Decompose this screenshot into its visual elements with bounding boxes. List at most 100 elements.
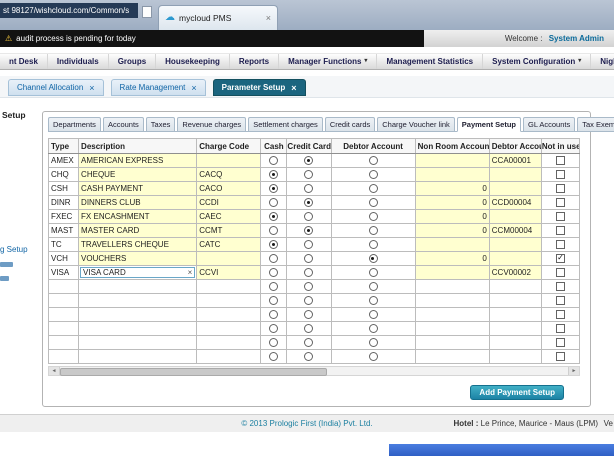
cash-radio[interactable]: [269, 198, 279, 208]
debtor-account-cell[interactable]: [488, 307, 542, 322]
menu-item-nt-desk[interactable]: nt Desk: [0, 54, 48, 69]
type-cell[interactable]: CHQ: [47, 167, 80, 182]
cash-radio[interactable]: [269, 268, 279, 278]
description-cell[interactable]: VISA CARD ×: [78, 265, 198, 280]
type-cell[interactable]: VCH: [47, 251, 80, 266]
not-in-use-checkbox[interactable]: [555, 268, 565, 278]
menu-item-groups[interactable]: Groups: [109, 54, 157, 69]
description-cell[interactable]: [78, 279, 198, 294]
debtor-account-radio[interactable]: [368, 240, 378, 250]
charge-code-cell[interactable]: [196, 321, 262, 336]
credit-card-radio[interactable]: [304, 156, 314, 166]
not-in-use-checkbox[interactable]: [555, 296, 565, 306]
credit-card-radio[interactable]: [304, 310, 314, 320]
not-in-use-checkbox[interactable]: [555, 310, 565, 320]
close-tab-icon[interactable]: ×: [191, 83, 196, 93]
debtor-account-radio[interactable]: [368, 268, 378, 278]
type-cell[interactable]: [47, 321, 80, 336]
close-tab-icon[interactable]: ×: [89, 83, 94, 93]
type-cell[interactable]: MAST: [47, 223, 80, 238]
credit-card-radio[interactable]: [304, 338, 314, 348]
debtor-account-radio[interactable]: [368, 254, 378, 264]
debtor-account-radio[interactable]: [368, 198, 378, 208]
credit-card-radio[interactable]: [304, 212, 314, 222]
non-room-account-cell[interactable]: [414, 265, 490, 280]
charge-code-cell[interactable]: CCDI: [196, 195, 262, 210]
type-cell[interactable]: [47, 349, 80, 364]
workspace-tab-channel-allocation[interactable]: Channel Allocation ×: [8, 79, 104, 96]
menu-item-system-configuration[interactable]: System Configuration ▾: [483, 54, 592, 69]
charge-code-cell[interactable]: CACQ: [196, 167, 262, 182]
debtor-account-radio[interactable]: [368, 324, 378, 334]
cash-radio[interactable]: [269, 184, 279, 194]
non-room-account-cell[interactable]: [414, 293, 490, 308]
debtor-account-cell[interactable]: [488, 209, 542, 224]
not-in-use-checkbox[interactable]: [555, 338, 565, 348]
non-room-account-cell[interactable]: [414, 307, 490, 322]
type-cell[interactable]: TC: [47, 237, 80, 252]
not-in-use-checkbox[interactable]: [555, 170, 565, 180]
debtor-account-radio[interactable]: [368, 296, 378, 306]
panel-tab-tax-exempt[interactable]: Tax Exempt: [577, 117, 614, 132]
charge-code-cell[interactable]: CAEC: [196, 209, 262, 224]
type-cell[interactable]: [47, 279, 80, 294]
cash-radio[interactable]: [269, 282, 279, 292]
scroll-right-icon[interactable]: ►: [568, 367, 579, 375]
debtor-account-radio[interactable]: [368, 282, 378, 292]
horizontal-scrollbar[interactable]: ◄ ►: [48, 366, 580, 376]
type-cell[interactable]: [47, 293, 80, 308]
cash-radio[interactable]: [269, 338, 279, 348]
debtor-account-radio[interactable]: [368, 226, 378, 236]
type-cell[interactable]: CSH: [47, 181, 80, 196]
cash-radio[interactable]: [269, 254, 279, 264]
description-cell[interactable]: MASTER CARD: [78, 223, 198, 238]
debtor-account-cell[interactable]: [488, 293, 542, 308]
sidebar-link-cutoff[interactable]: [0, 262, 13, 267]
scrollbar-thumb[interactable]: [60, 368, 327, 376]
debtor-account-cell[interactable]: CCD00004: [488, 195, 542, 210]
debtor-account-cell[interactable]: [488, 251, 542, 266]
description-cell[interactable]: CASH PAYMENT: [78, 181, 198, 196]
debtor-account-cell[interactable]: [488, 321, 542, 336]
type-cell[interactable]: [47, 307, 80, 322]
browser-tab[interactable]: ☁ mycloud PMS ×: [158, 5, 278, 30]
type-cell[interactable]: FXEC: [47, 209, 80, 224]
description-cell[interactable]: AMERICAN EXPRESS: [78, 153, 198, 168]
menu-item-housekeeping[interactable]: Housekeeping: [156, 54, 230, 69]
non-room-account-cell[interactable]: 0: [414, 195, 490, 210]
cash-radio[interactable]: [269, 170, 279, 180]
not-in-use-checkbox[interactable]: [555, 254, 565, 264]
cash-radio[interactable]: [269, 226, 279, 236]
not-in-use-checkbox[interactable]: [555, 212, 565, 222]
non-room-account-cell[interactable]: [414, 321, 490, 336]
panel-tab-charge-voucher-link[interactable]: Charge Voucher link: [377, 117, 455, 132]
description-cell[interactable]: [78, 307, 198, 322]
debtor-account-cell[interactable]: CCV00002: [488, 265, 542, 280]
not-in-use-checkbox[interactable]: [555, 282, 565, 292]
panel-tab-departments[interactable]: Departments: [48, 117, 101, 132]
non-room-account-cell[interactable]: 0: [414, 209, 490, 224]
description-cell[interactable]: [78, 293, 198, 308]
not-in-use-checkbox[interactable]: [555, 352, 565, 362]
charge-code-cell[interactable]: [196, 335, 262, 350]
credit-card-radio[interactable]: [304, 352, 314, 362]
description-cell[interactable]: [78, 349, 198, 364]
credit-card-radio[interactable]: [304, 184, 314, 194]
charge-code-cell[interactable]: [196, 251, 262, 266]
charge-code-cell[interactable]: [196, 293, 262, 308]
menu-item-reports[interactable]: Reports: [230, 54, 280, 69]
debtor-account-cell[interactable]: [488, 237, 542, 252]
cash-radio[interactable]: [269, 310, 279, 320]
url-bar[interactable]: st 98127/wishcloud.com/Common/s: [0, 3, 138, 18]
debtor-account-radio[interactable]: [368, 338, 378, 348]
user-link[interactable]: System Admin: [549, 34, 604, 43]
non-room-account-cell[interactable]: 0: [414, 251, 490, 266]
description-input[interactable]: VISA CARD ×: [80, 267, 196, 278]
not-in-use-checkbox[interactable]: [555, 324, 565, 334]
charge-code-cell[interactable]: CCVI: [196, 265, 262, 280]
non-room-account-cell[interactable]: 0: [414, 181, 490, 196]
debtor-account-cell[interactable]: [488, 167, 542, 182]
debtor-account-radio[interactable]: [368, 352, 378, 362]
type-cell[interactable]: VISA: [47, 265, 80, 280]
description-cell[interactable]: [78, 335, 198, 350]
